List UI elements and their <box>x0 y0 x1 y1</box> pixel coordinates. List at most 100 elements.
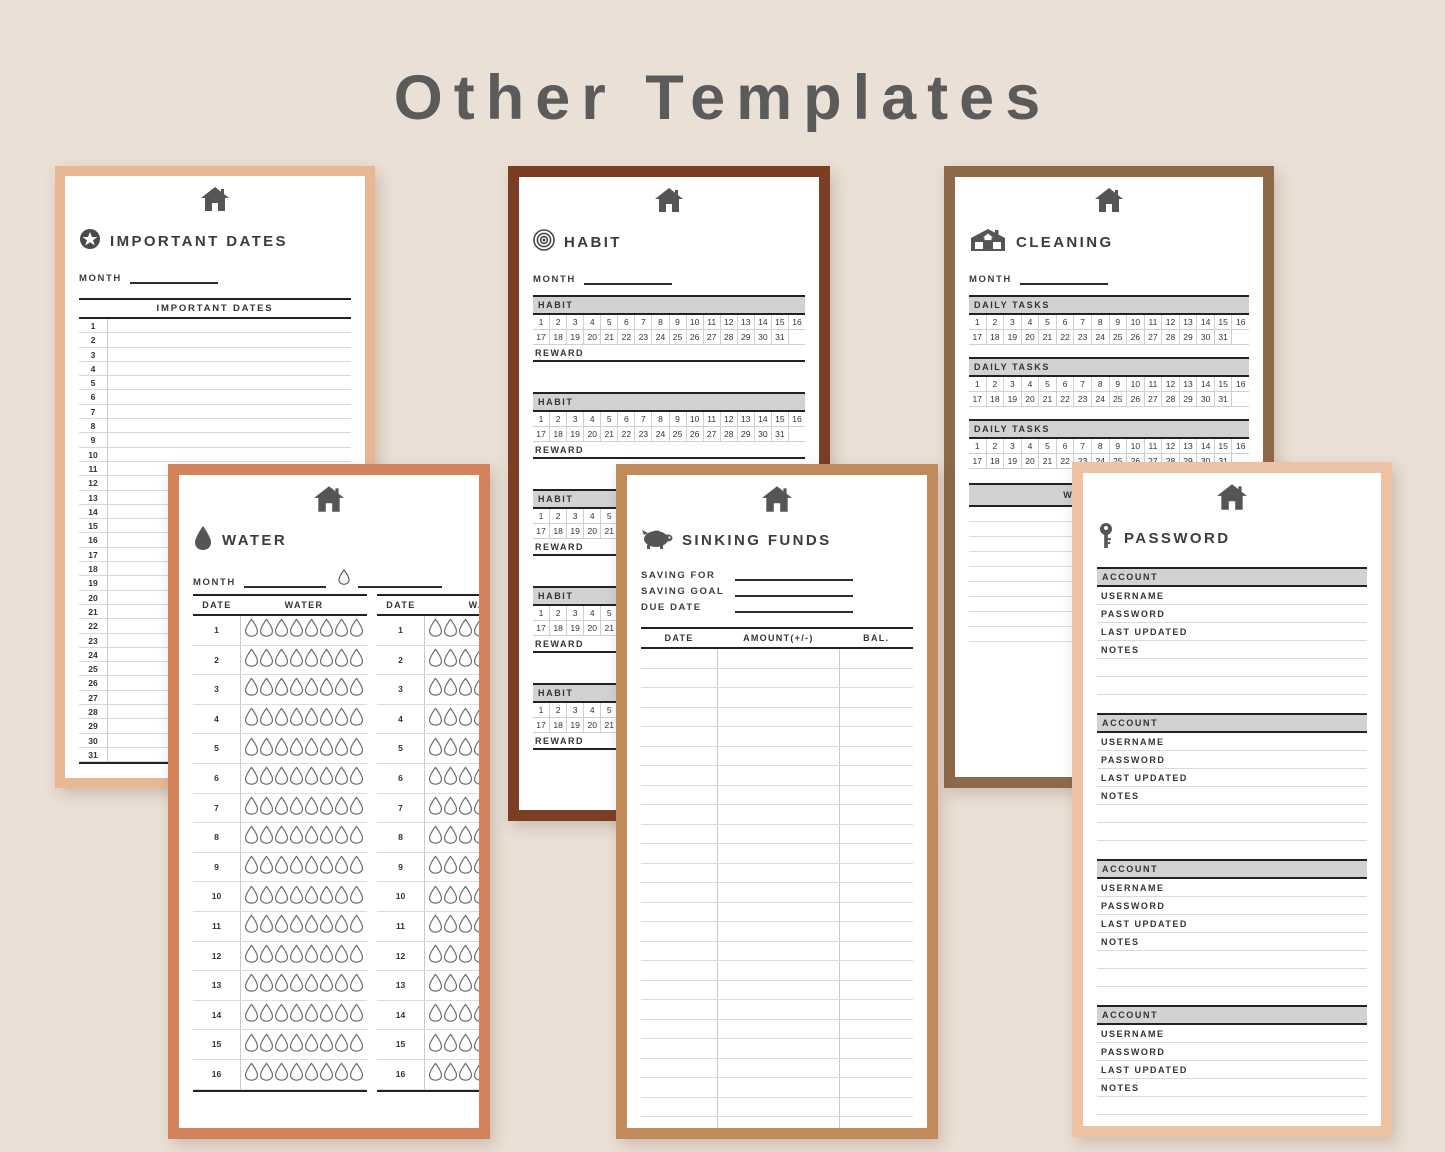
day-cell[interactable]: 3 <box>567 315 585 330</box>
water-drop-checkbox[interactable] <box>443 885 458 909</box>
day-cell[interactable]: 10 <box>1127 439 1145 454</box>
water-drop-checkbox[interactable] <box>428 1062 443 1086</box>
water-drop-checkbox[interactable] <box>244 618 259 642</box>
day-cell[interactable]: 29 <box>737 330 755 345</box>
day-cell[interactable]: 31 <box>771 330 789 345</box>
card-water[interactable]: WATER MONTH DATE WATER 1 2 3 4 5 6 7 8 9… <box>168 464 490 1139</box>
water-drop-checkbox[interactable] <box>274 648 289 672</box>
water-drop-checkbox[interactable] <box>349 766 364 790</box>
day-cell[interactable]: 28 <box>1162 392 1180 407</box>
day-cell[interactable]: 28 <box>1162 330 1180 345</box>
account-field-row[interactable]: USERNAME <box>1097 587 1367 605</box>
water-drop-checkbox[interactable] <box>244 707 259 731</box>
water-drop-checkbox[interactable] <box>244 766 259 790</box>
cell-amount[interactable] <box>718 824 841 843</box>
day-cell[interactable]: 29 <box>1179 330 1198 345</box>
table-row[interactable]: 8 <box>377 823 479 853</box>
account-field-row[interactable]: NOTES <box>1097 933 1367 951</box>
water-drop-checkbox[interactable] <box>458 1003 473 1027</box>
cell-date[interactable] <box>641 1058 718 1077</box>
cell-balance[interactable] <box>840 942 913 961</box>
day-cell[interactable]: 17 <box>969 392 987 407</box>
cell-date[interactable] <box>641 785 718 804</box>
cell-date[interactable] <box>641 727 718 746</box>
table-row[interactable] <box>641 668 913 688</box>
day-cell[interactable]: 10 <box>1127 377 1145 392</box>
water-drop-checkbox[interactable] <box>289 618 304 642</box>
day-cell[interactable]: 29 <box>737 427 755 442</box>
day-cell[interactable]: 16 <box>1232 377 1249 392</box>
month-field[interactable]: MONTH <box>79 272 351 284</box>
day-cell[interactable]: 3 <box>1004 315 1022 330</box>
day-cell[interactable]: 15 <box>1214 377 1233 392</box>
day-cell[interactable]: 23 <box>1074 330 1092 345</box>
day-cell[interactable]: 19 <box>1004 330 1022 345</box>
day-cell[interactable]: 14 <box>1197 439 1215 454</box>
water-drop-checkbox[interactable] <box>259 855 274 879</box>
sinking-field[interactable]: SAVING FOR <box>641 569 913 581</box>
day-cell[interactable]: 31 <box>1214 392 1233 407</box>
day-cell[interactable]: 13 <box>737 315 755 330</box>
day-cell[interactable]: 25 <box>1109 392 1128 407</box>
cell-amount[interactable] <box>718 941 841 960</box>
day-cell[interactable] <box>1232 392 1249 407</box>
day-number-row[interactable]: 12345678910111213141516 <box>969 439 1249 454</box>
account-field-row[interactable]: USERNAME <box>1097 879 1367 897</box>
water-drop-checkbox[interactable] <box>473 796 479 820</box>
day-cell[interactable]: 24 <box>1091 392 1110 407</box>
day-cell[interactable]: 26 <box>1127 330 1145 345</box>
table-row[interactable] <box>641 902 913 922</box>
water-drop-checkbox[interactable] <box>334 1062 349 1086</box>
day-cell[interactable]: 4 <box>1021 377 1040 392</box>
day-cell[interactable]: 19 <box>1004 392 1022 407</box>
month-field[interactable]: MONTH <box>533 273 805 285</box>
account-field-row[interactable]: LAST UPDATED <box>1097 915 1367 933</box>
table-row[interactable]: 2 <box>193 645 367 676</box>
day-cell[interactable]: 21 <box>1039 330 1057 345</box>
water-drop-checkbox[interactable] <box>289 737 304 761</box>
day-cell[interactable]: 1 <box>969 439 987 454</box>
water-drop-checkbox[interactable] <box>458 737 473 761</box>
table-row[interactable] <box>641 805 913 825</box>
day-cell[interactable]: 6 <box>1056 315 1075 330</box>
water-drop-checkbox[interactable] <box>304 618 319 642</box>
month-input-line[interactable] <box>583 273 672 285</box>
water-drop-checkbox[interactable] <box>274 796 289 820</box>
sinking-field[interactable]: SAVING GOAL <box>641 585 913 597</box>
water-drop-checkbox[interactable] <box>259 885 274 909</box>
table-row[interactable]: 3 <box>193 675 367 705</box>
day-cell[interactable]: 25 <box>669 427 687 442</box>
account-field-row[interactable]: NOTES <box>1097 787 1367 805</box>
day-cell[interactable]: 8 <box>1091 439 1110 454</box>
day-cell[interactable]: 24 <box>1091 330 1110 345</box>
row-write-line[interactable] <box>108 390 351 405</box>
water-drop-checkbox[interactable] <box>458 677 473 701</box>
day-cell[interactable]: 8 <box>1091 377 1110 392</box>
day-cell[interactable]: 28 <box>720 427 738 442</box>
water-drop-checkbox[interactable] <box>304 1033 319 1057</box>
water-drop-checkbox[interactable] <box>428 796 443 820</box>
water-drop-checkbox[interactable] <box>428 1033 443 1057</box>
month-input-line[interactable] <box>129 272 218 284</box>
day-cell[interactable]: 4 <box>1021 315 1040 330</box>
table-row[interactable]: 5 <box>377 734 479 764</box>
cell-amount[interactable] <box>718 707 841 726</box>
day-cell[interactable]: 14 <box>754 315 772 330</box>
cell-amount[interactable] <box>718 805 841 824</box>
table-row[interactable] <box>641 1019 913 1039</box>
day-cell[interactable]: 22 <box>1056 392 1075 407</box>
water-drop-checkbox[interactable] <box>428 737 443 761</box>
table-row[interactable]: 4 <box>193 704 367 735</box>
water-drop-checkbox[interactable] <box>428 766 443 790</box>
table-row[interactable]: 10 <box>377 882 479 912</box>
water-drop-checkbox[interactable] <box>274 944 289 968</box>
water-drop-checkbox[interactable] <box>274 1003 289 1027</box>
cell-date[interactable] <box>641 883 718 902</box>
day-cell[interactable]: 19 <box>567 524 585 539</box>
water-drop-checkbox[interactable] <box>304 766 319 790</box>
water-drop-checkbox[interactable] <box>289 707 304 731</box>
cell-amount[interactable] <box>718 844 841 863</box>
day-cell[interactable]: 1 <box>969 377 987 392</box>
water-goal-input-line[interactable] <box>357 576 442 588</box>
day-cell[interactable]: 19 <box>1004 454 1022 469</box>
